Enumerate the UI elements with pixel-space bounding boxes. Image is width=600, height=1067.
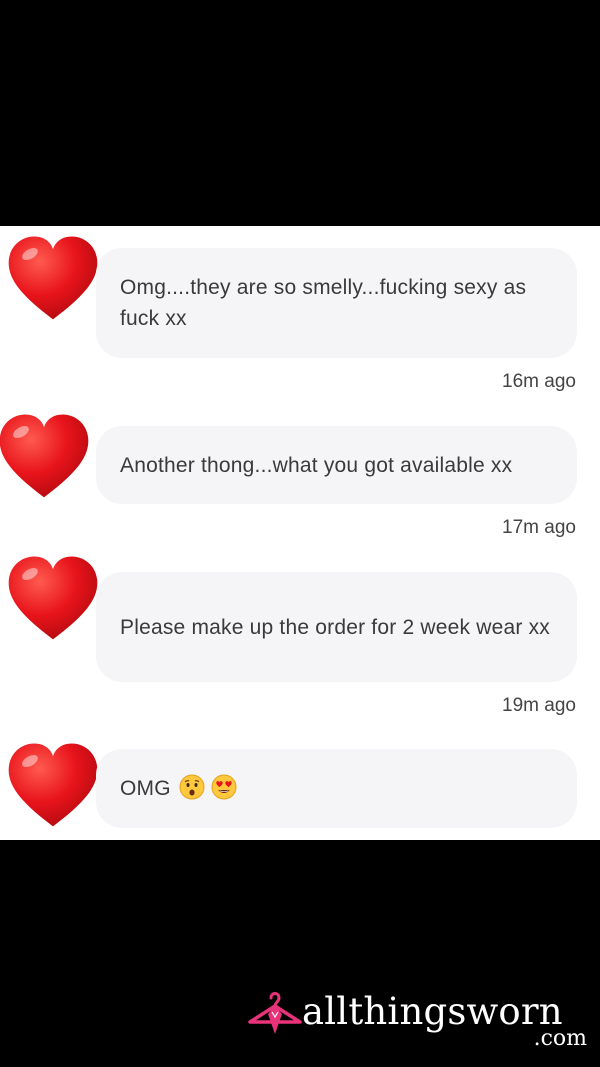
red-heart-icon xyxy=(8,743,98,827)
brand-logo[interactable]: allthingsworn .com xyxy=(246,982,591,1054)
message-bubble[interactable]: OMG xyxy=(96,749,577,828)
message-timestamp: 17m ago xyxy=(502,517,576,538)
hanger-icon xyxy=(248,992,302,1034)
message-text: Another thong...what you got available x… xyxy=(120,453,513,477)
message-timestamp: 16m ago xyxy=(502,371,576,392)
chat-panel: Omg....they are so smelly...fucking sexy… xyxy=(0,226,600,840)
message-text: Omg....they are so smelly...fucking sexy… xyxy=(120,276,527,330)
message-text: OMG xyxy=(120,773,237,804)
hushed-face-emoji xyxy=(179,774,205,800)
red-heart-icon xyxy=(0,414,89,498)
message-bubble[interactable]: Another thong...what you got available x… xyxy=(96,426,577,504)
red-heart-icon xyxy=(8,236,98,320)
logo-domain-suffix: .com xyxy=(533,1026,587,1051)
message-text: Please make up the order for 2 week wear… xyxy=(120,615,550,639)
message-bubble[interactable]: Please make up the order for 2 week wear… xyxy=(96,572,577,682)
message-timestamp: 19m ago xyxy=(502,695,576,716)
logo-wordmark: allthingsworn xyxy=(302,990,563,1033)
heart-eyes-emoji xyxy=(211,774,237,800)
red-heart-icon xyxy=(8,556,98,640)
message-bubble[interactable]: Omg....they are so smelly...fucking sexy… xyxy=(96,248,577,358)
